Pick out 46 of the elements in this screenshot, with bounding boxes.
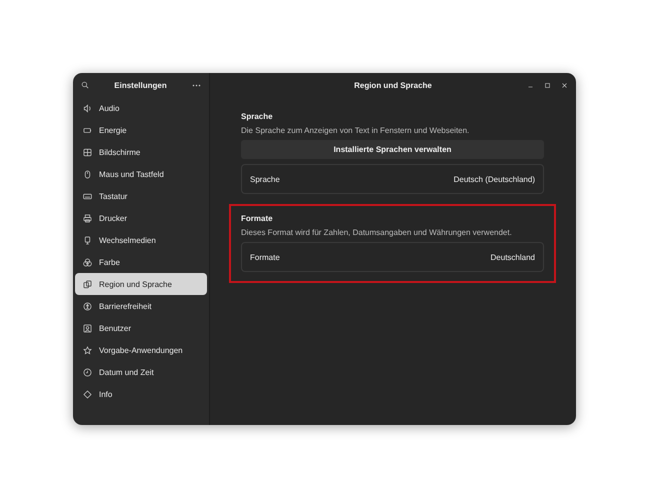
- sidebar-item[interactable]: Drucker: [75, 207, 207, 229]
- search-button[interactable]: [81, 81, 89, 89]
- maximize-icon: [544, 82, 551, 88]
- section-description: Dieses Format wird für Zahlen, Datumsangaben und Währungen verwendet.: [241, 228, 513, 237]
- display-icon: [83, 148, 92, 156]
- sidebar-item[interactable]: Info: [75, 383, 207, 405]
- sidebar-item[interactable]: Energie: [75, 119, 207, 141]
- keyboard-icon: [83, 192, 92, 200]
- window-title: Region und Sprache: [354, 80, 432, 90]
- section-title: Formate: [241, 214, 274, 223]
- sidebar-item[interactable]: Datum und Zeit: [75, 361, 207, 383]
- sidebar-item[interactable]: Maus und Tastfeld: [75, 163, 207, 185]
- sidebar-title: Einstellungen: [114, 80, 167, 90]
- row-value: Deutschland: [490, 252, 535, 262]
- mouse-icon: [83, 170, 92, 178]
- row-value: Deutsch (Deutschland): [454, 174, 535, 184]
- maximize-button[interactable]: [544, 82, 551, 88]
- row-label: Sprache: [250, 174, 280, 184]
- section-title: Sprache: [241, 112, 274, 121]
- setting-row[interactable]: Formate Deutschland: [241, 242, 544, 272]
- sidebar-item[interactable]: Region und Sprache: [75, 273, 207, 295]
- sidebar-item[interactable]: Tastatur: [75, 185, 207, 207]
- sidebar-item[interactable]: Audio: [75, 97, 207, 119]
- manage-languages-button[interactable]: Installierte Sprachen verwalten: [241, 140, 544, 159]
- close-icon: [561, 82, 568, 88]
- accessibility-icon: [83, 302, 92, 310]
- sidebar-item[interactable]: Wechselmedien: [75, 229, 207, 251]
- section-description: Die Sprache zum Anzeigen von Text in Fenstern und Webseiten.: [241, 126, 470, 135]
- row-label: Formate: [250, 252, 280, 262]
- menu-button[interactable]: [192, 84, 201, 86]
- sidebar-item[interactable]: Barrierefreiheit: [75, 295, 207, 317]
- setting-row[interactable]: Sprache Deutsch (Deutschland): [241, 164, 544, 194]
- sidebar-item[interactable]: Vorgabe-Anwendungen: [75, 339, 207, 361]
- star-icon: [83, 346, 92, 354]
- sidebar-item[interactable]: Benutzer: [75, 317, 207, 339]
- close-button[interactable]: [561, 82, 568, 88]
- clock-icon: [83, 368, 92, 376]
- sidebar-item[interactable]: Bildschirme: [75, 141, 207, 163]
- speaker-icon: [83, 104, 92, 112]
- printer-icon: [83, 214, 92, 222]
- search-icon: [81, 81, 89, 89]
- user-icon: [83, 324, 92, 332]
- battery-icon: [83, 126, 92, 134]
- info-icon: [83, 390, 92, 398]
- more-icon: [192, 84, 201, 86]
- sidebar-item[interactable]: Farbe: [75, 251, 207, 273]
